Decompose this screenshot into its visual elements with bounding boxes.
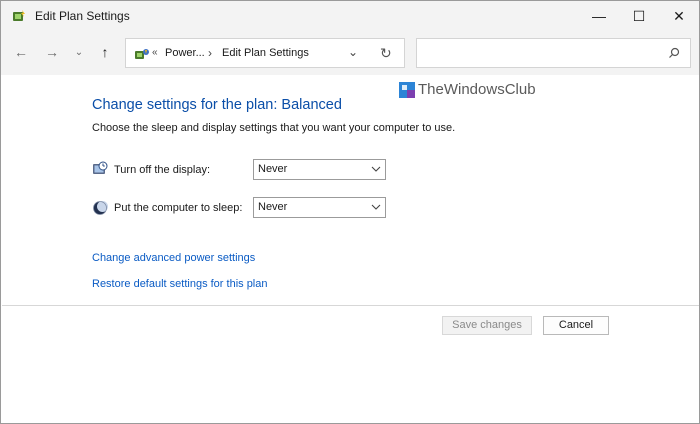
- display-clock-icon: [93, 161, 108, 174]
- minimize-icon: —: [592, 8, 606, 24]
- arrow-left-icon: ←: [14, 44, 28, 60]
- close-button[interactable]: ✕: [656, 1, 700, 31]
- breadcrumb-separator[interactable]: ›: [208, 46, 212, 60]
- cancel-button[interactable]: Cancel: [543, 316, 609, 335]
- chevron-down-icon: [371, 204, 381, 210]
- sleep-moon-icon: [93, 201, 108, 215]
- display-off-select[interactable]: Never: [253, 159, 386, 180]
- watermark: TheWindowsClub: [399, 81, 536, 98]
- search-input[interactable]: [416, 38, 691, 68]
- title-bar: Edit Plan Settings — ☐ ✕: [1, 1, 699, 31]
- page-title: Change settings for the plan: Balanced: [92, 97, 342, 113]
- divider: [2, 305, 699, 306]
- forward-button[interactable]: →: [41, 41, 63, 63]
- control-panel-icon: [135, 49, 149, 59]
- edit-plan-settings-window: Edit Plan Settings — ☐ ✕ ← → ⌄ ↑ « Power…: [0, 0, 700, 424]
- maximize-icon: ☐: [632, 7, 646, 24]
- back-button[interactable]: ←: [10, 41, 32, 63]
- navigation-bar: ← → ⌄ ↑ « Power... › Edit Plan Settings …: [1, 31, 699, 75]
- restore-defaults-link[interactable]: Restore default settings for this plan: [92, 278, 267, 290]
- page-description: Choose the sleep and display settings th…: [92, 122, 456, 134]
- search-icon[interactable]: [668, 47, 680, 59]
- advanced-power-settings-link[interactable]: Change advanced power settings: [92, 252, 255, 264]
- breadcrumb-power-options[interactable]: Power...: [165, 47, 205, 59]
- arrow-right-icon: →: [45, 44, 59, 60]
- sleep-select[interactable]: Never: [253, 197, 386, 218]
- close-icon: ✕: [673, 7, 685, 24]
- address-bar[interactable]: « Power... › Edit Plan Settings ⌄ ↻: [125, 38, 405, 68]
- window-title: Edit Plan Settings: [35, 9, 130, 23]
- display-off-label: Turn off the display:: [114, 164, 210, 176]
- display-off-value: Never: [258, 163, 288, 175]
- save-changes-button[interactable]: Save changes: [442, 316, 532, 335]
- chevron-down-icon: [371, 166, 381, 172]
- sleep-label: Put the computer to sleep:: [114, 202, 243, 214]
- sleep-value: Never: [258, 201, 288, 213]
- recent-locations-button[interactable]: ⌄: [68, 41, 90, 63]
- refresh-icon[interactable]: ↻: [380, 45, 392, 62]
- power-options-icon: [13, 10, 25, 21]
- thewindowsclub-logo-icon: [399, 81, 415, 98]
- breadcrumb-edit-plan-settings[interactable]: Edit Plan Settings: [222, 47, 309, 59]
- watermark-text: TheWindowsClub: [418, 81, 536, 98]
- address-dropdown-icon[interactable]: ⌄: [348, 45, 358, 59]
- arrow-up-icon: ↑: [101, 44, 109, 60]
- breadcrumb-overflow[interactable]: «: [152, 47, 158, 58]
- chevron-down-icon: ⌄: [74, 46, 84, 58]
- up-button[interactable]: ↑: [94, 41, 116, 63]
